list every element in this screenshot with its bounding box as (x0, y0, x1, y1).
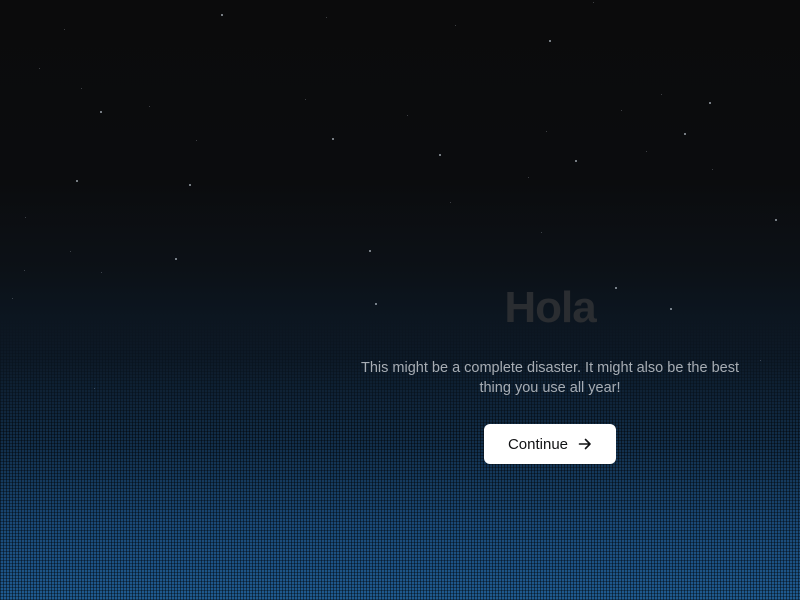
star (24, 270, 25, 271)
star (621, 110, 622, 111)
arrow-right-icon (578, 437, 592, 451)
star (100, 111, 102, 113)
star (661, 94, 662, 95)
star (450, 202, 451, 203)
continue-button-label: Continue (507, 435, 569, 453)
star (326, 17, 327, 18)
star (646, 151, 647, 152)
star (12, 298, 13, 299)
welcome-screen: Hola This might be a complete disaster. … (0, 0, 800, 600)
star (149, 106, 150, 107)
star (70, 251, 71, 252)
star (81, 88, 82, 89)
star (94, 388, 95, 389)
star (684, 133, 686, 135)
star (221, 14, 223, 16)
star (332, 138, 334, 140)
star (549, 40, 551, 42)
star (546, 131, 547, 132)
page-title: Hola (504, 283, 596, 332)
star (709, 102, 711, 104)
welcome-content: Hola This might be a complete disaster. … (350, 280, 750, 464)
star (439, 154, 441, 156)
star (175, 258, 177, 260)
star (76, 180, 78, 182)
star (593, 2, 594, 3)
star (39, 68, 40, 69)
star (455, 25, 456, 26)
star (575, 160, 577, 162)
star (541, 232, 542, 233)
star (101, 272, 102, 273)
welcome-message: This might be a complete disaster. It mi… (361, 360, 739, 396)
star (25, 217, 26, 218)
star (760, 360, 761, 361)
star (189, 184, 191, 186)
star (407, 115, 408, 116)
star (369, 250, 371, 252)
star (528, 177, 529, 178)
star (712, 169, 713, 170)
star (64, 29, 65, 30)
star (305, 99, 306, 100)
star (775, 219, 777, 221)
star (196, 140, 197, 141)
continue-button[interactable]: Continue (484, 424, 616, 464)
